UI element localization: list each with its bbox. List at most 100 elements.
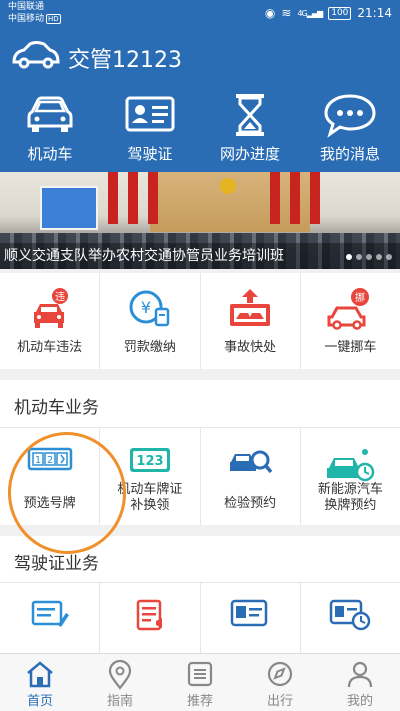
license-item-notice[interactable] <box>100 583 201 653</box>
signal-icon: 4G▂▄▆ <box>297 8 323 18</box>
plate-select-icon: 1 2 <box>27 447 72 471</box>
quick-nav-label: 网办进度 <box>219 145 280 163</box>
car-icon <box>27 96 73 132</box>
section-title: 驾驶证业务 <box>14 554 99 574</box>
emblem-icon <box>220 178 236 194</box>
banner-flag <box>270 172 280 224</box>
violation-car-icon: 违 <box>33 288 68 328</box>
tab-guide[interactable]: 指南 <box>80 654 160 711</box>
message-bubble-icon <box>324 94 376 138</box>
service-fine-payment[interactable]: ¥ 罚款缴纳 <box>100 273 201 369</box>
pager-dot[interactable] <box>356 254 362 260</box>
tab-recommend[interactable]: 推荐 <box>160 654 240 711</box>
banner-pager[interactable] <box>346 254 392 260</box>
quick-nav-messages[interactable]: 我的消息 <box>300 86 400 172</box>
quick-nav-label: 机动车 <box>27 145 73 163</box>
service-label: 罚款缴纳 <box>123 340 176 355</box>
battery-icon: 100 <box>328 6 352 20</box>
service-accident[interactable]: 事故快处 <box>201 273 301 369</box>
section-title: 机动车业务 <box>14 398 99 418</box>
hd-badge: HD <box>46 14 61 24</box>
license-grid <box>0 583 400 653</box>
svg-text:1: 1 <box>34 455 40 466</box>
pager-dot[interactable] <box>346 254 352 260</box>
carrier-info: 中国联通 中国移动 HD <box>8 1 61 25</box>
license-item-card[interactable] <box>201 583 301 653</box>
quick-nav-progress[interactable]: 网办进度 <box>200 86 300 172</box>
license-edit-icon <box>31 600 69 627</box>
tab-home[interactable]: 首页 <box>0 654 80 711</box>
vehicle-section-header: 机动车业务 <box>0 380 400 428</box>
projection-screen <box>40 186 98 230</box>
label-line-1: 机动车牌证 <box>117 482 183 497</box>
vehicle-item-label: 新能源汽车 换牌预约 <box>301 482 400 514</box>
banner-flag <box>108 172 118 224</box>
service-label: 一键挪车 <box>324 340 377 355</box>
banner-flag <box>128 172 138 224</box>
location-pin-icon <box>108 660 132 690</box>
pager-dot[interactable] <box>386 254 392 260</box>
carrier-2: 中国移动 <box>8 14 45 24</box>
license-item-time[interactable] <box>301 583 400 653</box>
news-banner[interactable]: 顺义交通支队举办农村交通协管员业务培训班 <box>0 172 400 269</box>
tab-label: 指南 <box>106 694 133 709</box>
quick-nav-license[interactable]: 驾驶证 <box>100 86 200 172</box>
svg-text:挪: 挪 <box>355 291 365 304</box>
service-move-car[interactable]: 挪 一键挪车 <box>301 273 400 369</box>
quick-nav-label: 驾驶证 <box>127 145 173 163</box>
vehicle-grid: 1 2 预选号牌 123 机动车牌证 补换领 检验预约 新能源汽车 换牌预约 <box>0 428 400 525</box>
tab-label: 出行 <box>266 694 293 709</box>
label-line-2: 换牌预约 <box>324 498 377 513</box>
app-logo-icon <box>12 41 60 69</box>
inspection-icon <box>230 450 273 474</box>
vehicle-item-new-energy[interactable]: 新能源汽车 换牌预约 <box>301 428 400 525</box>
quick-nav-label: 我的消息 <box>319 145 380 163</box>
license-time-icon <box>330 599 371 631</box>
service-grid: 违 机动车违法 ¥ 罚款缴纳 事故快处 挪 一键挪车 <box>0 273 400 369</box>
app-header: 交管12123 <box>0 28 400 86</box>
hourglass-icon <box>236 94 264 136</box>
vehicle-item-label: 检验预约 <box>224 496 277 511</box>
quick-nav: 机动车 驾驶证 网办进度 我的消息 <box>0 86 400 172</box>
svg-text:¥: ¥ <box>141 298 151 317</box>
tab-mine[interactable]: 我的 <box>320 654 400 711</box>
app-title: 交管12123 <box>68 48 182 73</box>
wifi-icon: ≋ <box>281 6 292 20</box>
quick-nav-vehicle[interactable]: 机动车 <box>0 86 100 172</box>
pager-dot[interactable] <box>376 254 382 260</box>
eye-icon: ◉ <box>264 6 276 20</box>
carrier-1: 中国联通 <box>8 2 45 12</box>
banner-caption: 顺义交通支队举办农村交通协管员业务培训班 <box>0 243 400 269</box>
accident-icon <box>230 289 271 326</box>
license-card-icon <box>230 599 268 627</box>
vehicle-item-plate-select[interactable]: 1 2 预选号牌 <box>0 428 101 525</box>
service-violation[interactable]: 违 机动车违法 <box>0 273 101 369</box>
tab-label: 我的 <box>346 694 373 709</box>
fine-payment-icon: ¥ <box>129 290 170 327</box>
vehicle-item-label: 预选号牌 <box>23 496 76 511</box>
label-line-1: 新能源汽车 <box>317 482 383 497</box>
tab-label: 首页 <box>26 694 53 709</box>
plate-123-icon: 123 <box>129 448 170 472</box>
label-line-2: 补换领 <box>130 498 170 513</box>
license-notice-icon <box>136 599 162 631</box>
tab-travel[interactable]: 出行 <box>240 654 320 711</box>
svg-text:2: 2 <box>46 455 52 466</box>
user-icon <box>347 661 373 688</box>
tab-label: 推荐 <box>186 694 213 709</box>
home-icon <box>27 661 53 688</box>
new-energy-car-icon <box>327 449 375 482</box>
license-card-icon <box>125 96 175 132</box>
bottom-tab-bar: 首页 指南 推荐 出行 我的 <box>0 653 400 711</box>
move-car-icon: 挪 <box>327 288 370 330</box>
list-icon <box>187 661 213 687</box>
service-label: 机动车违法 <box>17 340 83 355</box>
banner-flag <box>310 172 320 224</box>
vehicle-item-inspection[interactable]: 检验预约 <box>201 428 301 525</box>
status-bar: 中国联通 中国移动 HD ◉ ≋ 4G▂▄▆ 100 21:14 <box>0 0 400 28</box>
banner-flag <box>148 172 158 224</box>
license-item-edit[interactable] <box>0 583 101 653</box>
pager-dot[interactable] <box>366 254 372 260</box>
compass-icon <box>267 661 293 687</box>
vehicle-item-plate-replace[interactable]: 123 机动车牌证 补换领 <box>100 428 201 525</box>
